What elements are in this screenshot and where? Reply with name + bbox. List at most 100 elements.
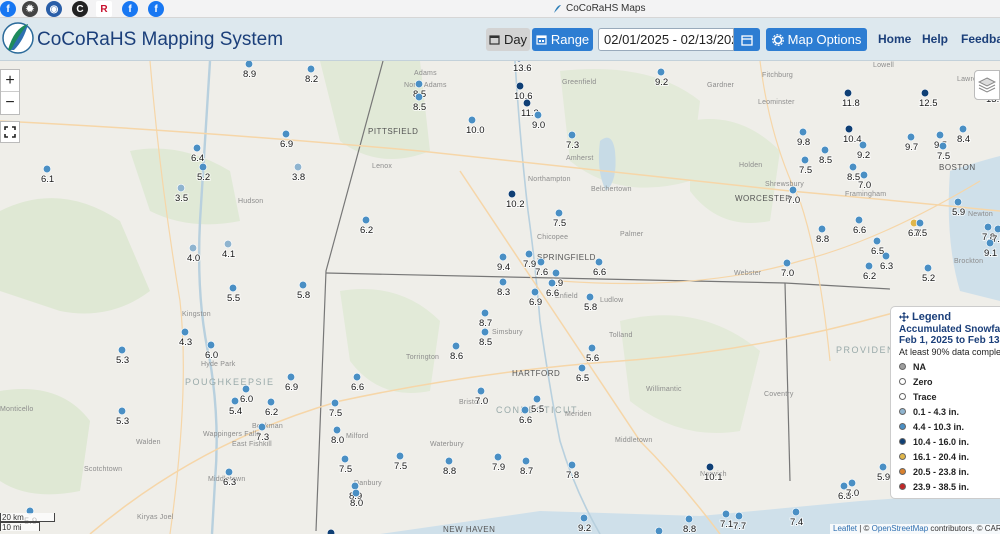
station-dot[interactable] — [257, 422, 267, 432]
station-dot[interactable] — [820, 145, 830, 155]
station-dot[interactable] — [493, 452, 503, 462]
station-dot[interactable] — [451, 341, 461, 351]
station-marker[interactable]: 9.2 — [856, 140, 871, 162]
station-dot[interactable] — [594, 257, 604, 267]
station-dot[interactable] — [223, 239, 233, 249]
station-dot[interactable] — [935, 130, 945, 140]
station-dot[interactable] — [520, 405, 530, 415]
day-button[interactable]: Day — [486, 28, 530, 51]
station-dot[interactable] — [444, 456, 454, 466]
station-marker[interactable]: 7.5 — [338, 454, 353, 476]
station-dot[interactable] — [858, 140, 868, 150]
station-marker[interactable]: 7.0 — [845, 478, 860, 500]
station-marker[interactable]: 7.5 — [393, 451, 408, 473]
station-dot[interactable] — [515, 61, 523, 63]
station-marker[interactable]: 13.0 — [325, 528, 344, 534]
station-dot[interactable] — [654, 526, 664, 534]
station-dot[interactable] — [551, 268, 561, 278]
cocorahs-logo-icon[interactable] — [2, 20, 34, 56]
station-marker[interactable]: 8.5 — [818, 145, 833, 167]
station-dot[interactable] — [788, 185, 798, 195]
station-marker[interactable]: 5.2 — [921, 263, 936, 285]
station-marker[interactable]: 10.1 — [703, 462, 724, 484]
station-marker[interactable]: 9.4 — [496, 252, 511, 274]
station-dot[interactable] — [878, 462, 888, 472]
station-marker[interactable]: 7.9 — [491, 452, 506, 474]
station-dot[interactable] — [515, 81, 525, 91]
map-container[interactable]: Adams North Adams Greenfield Gardner Fitchbu… — [0, 61, 1000, 534]
station-dot[interactable] — [993, 224, 1000, 234]
station-marker[interactable]: 5.5 — [530, 394, 545, 416]
station-dot[interactable] — [522, 98, 532, 108]
station-dot[interactable] — [521, 456, 531, 466]
station-dot[interactable] — [42, 164, 52, 174]
station-dot[interactable] — [587, 343, 597, 353]
station-dot[interactable] — [332, 425, 342, 435]
station-marker[interactable]: 9.2 — [654, 67, 669, 89]
station-dot[interactable] — [524, 249, 534, 259]
station-marker[interactable]: 7.5 — [328, 398, 343, 420]
station-marker[interactable]: 6.6 — [350, 372, 365, 394]
station-dot[interactable] — [923, 263, 933, 273]
station-dot[interactable] — [854, 215, 864, 225]
station-marker[interactable]: 7.5 — [552, 208, 567, 230]
station-dot[interactable] — [192, 143, 202, 153]
station-marker[interactable]: 5.8 — [583, 292, 598, 314]
station-dot[interactable] — [881, 251, 891, 261]
station-dot[interactable] — [350, 481, 360, 491]
station-marker[interactable]: 6.9 — [284, 372, 299, 394]
facebook-icon[interactable]: f — [122, 1, 138, 17]
leaflet-link[interactable]: Leaflet — [833, 524, 857, 533]
station-marker[interactable]: 6.3 — [222, 467, 237, 489]
station-dot[interactable] — [395, 451, 405, 461]
station-dot[interactable] — [117, 406, 127, 416]
station-dot[interactable] — [281, 129, 291, 139]
station-marker[interactable]: 8.8 — [815, 224, 830, 246]
station-marker[interactable]: 6.6 — [592, 257, 607, 279]
station-dot[interactable] — [536, 257, 546, 267]
station-dot[interactable] — [306, 64, 316, 74]
station-marker[interactable]: 10.2 — [505, 189, 526, 211]
station-marker[interactable]: 6.2 — [862, 261, 877, 283]
gear-icon[interactable]: ✹ — [22, 1, 38, 17]
station-marker[interactable]: 9.8 — [796, 127, 811, 149]
noaa-icon[interactable]: ◉ — [46, 1, 62, 17]
station-dot[interactable] — [848, 162, 858, 172]
station-marker[interactable]: 8.2 — [304, 64, 319, 86]
station-dot[interactable] — [286, 372, 296, 382]
station-marker[interactable]: 7.0 — [474, 386, 489, 408]
station-dot[interactable] — [532, 394, 542, 404]
station-dot[interactable] — [117, 345, 127, 355]
station-marker[interactable]: 7.0 — [780, 258, 795, 280]
station-dot[interactable] — [351, 488, 361, 498]
station-marker[interactable]: 3.8 — [291, 162, 306, 184]
station-dot[interactable] — [498, 277, 508, 287]
station-dot[interactable] — [498, 252, 508, 262]
station-marker[interactable]: 12.5 — [918, 88, 939, 110]
layers-button[interactable] — [974, 70, 1000, 100]
station-dot[interactable] — [476, 386, 486, 396]
station-marker[interactable]: 6.0 — [239, 384, 254, 406]
station-dot[interactable] — [953, 197, 963, 207]
station-dot[interactable] — [800, 155, 810, 165]
station-dot[interactable] — [864, 261, 874, 271]
station-marker[interactable]: 6.4 — [190, 143, 205, 165]
station-dot[interactable] — [533, 110, 543, 120]
station-dot[interactable] — [414, 79, 424, 89]
station-dot[interactable] — [298, 280, 308, 290]
calendar-button[interactable] — [734, 28, 760, 51]
station-marker[interactable]: 5.9 — [876, 462, 891, 484]
station-marker[interactable]: 6.2 — [359, 215, 374, 237]
station-dot[interactable] — [721, 509, 731, 519]
station-marker[interactable]: 10.6 — [513, 81, 534, 103]
station-dot[interactable] — [244, 61, 254, 69]
station-dot[interactable] — [656, 67, 666, 77]
station-dot[interactable] — [480, 308, 490, 318]
station-dot[interactable] — [734, 511, 744, 521]
station-dot[interactable] — [176, 183, 186, 193]
nav-home-link[interactable]: Home — [878, 32, 911, 46]
station-dot[interactable] — [958, 124, 968, 134]
station-dot[interactable] — [414, 92, 424, 102]
station-marker[interactable]: 8.6 — [449, 341, 464, 363]
station-marker[interactable]: 8.3 — [496, 277, 511, 299]
